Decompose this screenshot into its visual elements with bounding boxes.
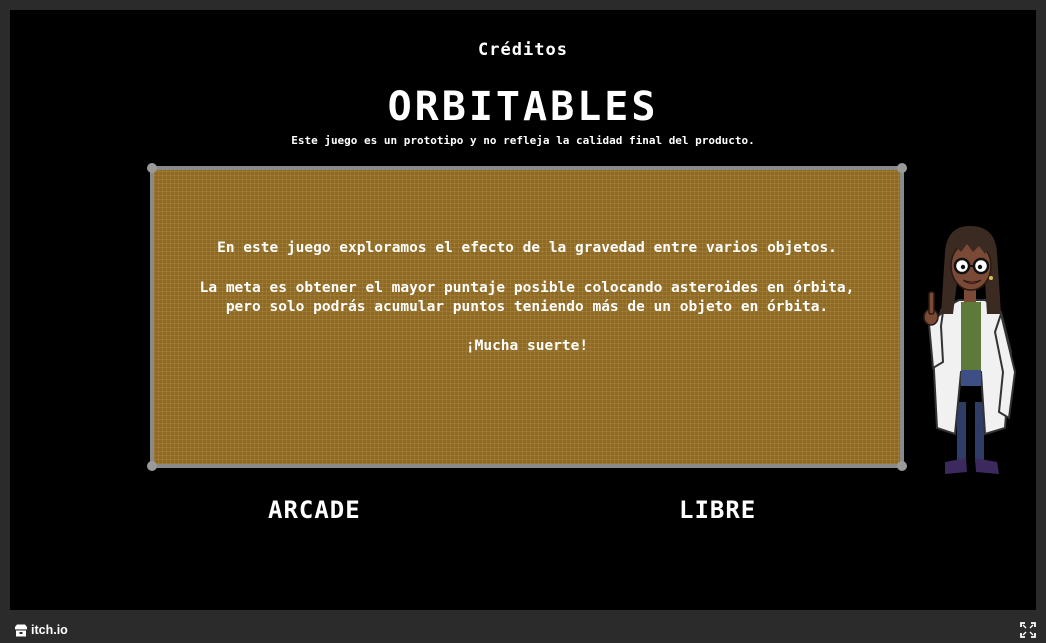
- instructions-line-1: En este juego exploramos el efecto de la…: [217, 240, 837, 256]
- fullscreen-icon[interactable]: [1020, 622, 1036, 638]
- itch-brand-link[interactable]: itch.io: [14, 621, 68, 639]
- game-title: ORBITABLES: [387, 84, 659, 130]
- good-luck-text: ¡Mucha suerte!: [465, 338, 589, 354]
- instructions-line-3: pero solo podrás acumular puntos teniend…: [225, 299, 829, 315]
- game-canvas[interactable]: Créditos ORBITABLES Este juego es un pro…: [10, 10, 1036, 610]
- itch-logo-icon: [15, 624, 27, 636]
- scientist-character: [923, 226, 1017, 474]
- itch-bottom-bar: itch.io: [0, 617, 1046, 643]
- panel-corner-bolt: [897, 163, 907, 173]
- panel-corner-bolt: [147, 163, 157, 173]
- itch-brand-label: itch.io: [31, 623, 68, 637]
- disclaimer-text: Este juego es un prototipo y no refleja …: [291, 134, 755, 147]
- credits-button[interactable]: Créditos: [10, 40, 1036, 60]
- arcade-mode-button[interactable]: ARCADE: [268, 496, 361, 524]
- panel-corner-bolt: [147, 461, 157, 471]
- libre-mode-button[interactable]: LIBRE: [679, 496, 756, 524]
- instructions-line-2: La meta es obtener el mayor puntaje posi…: [199, 280, 855, 296]
- panel-corner-bolt: [897, 461, 907, 471]
- instructions-panel: En este juego exploramos el efecto de la…: [147, 163, 907, 471]
